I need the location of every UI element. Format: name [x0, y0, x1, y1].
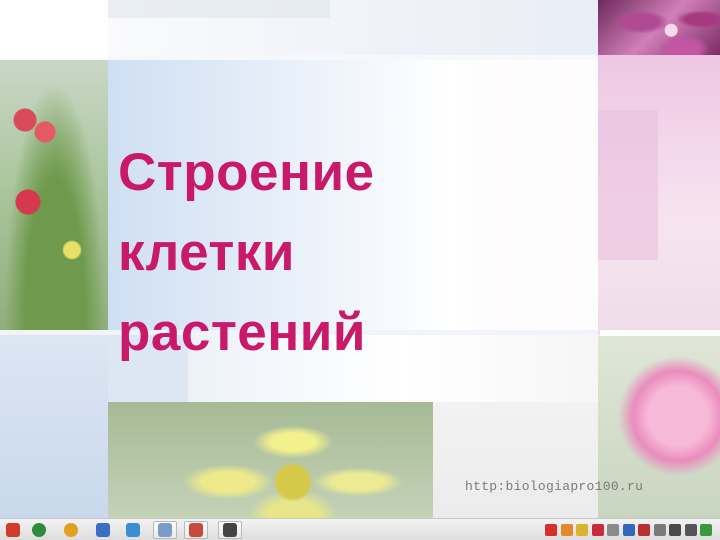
watermark-tile	[433, 402, 598, 518]
divider-band	[600, 330, 720, 336]
search-icon[interactable]	[126, 523, 140, 537]
tray-gray-icon[interactable]	[607, 524, 619, 536]
taskbar	[0, 518, 720, 540]
tray-blue-icon[interactable]	[623, 524, 635, 536]
presentation-window-icon	[158, 523, 172, 537]
tray-orange-icon[interactable]	[561, 524, 573, 536]
app-window-icon	[189, 523, 203, 537]
media-window-icon	[223, 523, 237, 537]
slide: Строение клетки растений http:biologiapr…	[0, 0, 720, 518]
tray-volume-icon[interactable]	[685, 524, 697, 536]
slide-title: Строение клетки растений	[118, 133, 375, 373]
red-berries-photo	[0, 60, 108, 330]
blue-tile	[0, 335, 108, 518]
tray-green-icon[interactable]	[700, 524, 712, 536]
slide-title-line-1: Строение	[118, 143, 375, 202]
chrome-icon[interactable]	[64, 523, 78, 537]
tray-red3-icon[interactable]	[638, 524, 650, 536]
document-icon[interactable]	[96, 523, 110, 537]
tray-red2-icon[interactable]	[592, 524, 604, 536]
slide-title-line-3: растений	[118, 303, 366, 362]
taskbar-window-button[interactable]	[153, 521, 177, 539]
title-panel-highlight	[430, 60, 600, 330]
slide-title-line-2: клетки	[118, 223, 295, 282]
start-icon[interactable]	[6, 523, 20, 537]
clematis-flower-photo	[598, 0, 720, 55]
site-watermark: http:biologiapro100.ru	[465, 479, 644, 494]
browser-icon[interactable]	[32, 523, 46, 537]
tray-gray2-icon[interactable]	[654, 524, 666, 536]
tray-network-icon[interactable]	[669, 524, 681, 536]
taskbar-window-button[interactable]	[184, 521, 208, 539]
tray-yellow-icon[interactable]	[576, 524, 588, 536]
yellow-daisy-photo	[108, 402, 433, 518]
tray-red-icon[interactable]	[545, 524, 557, 536]
pink-tile-accent	[598, 110, 658, 260]
taskbar-window-button[interactable]	[218, 521, 242, 539]
left-white-block	[0, 0, 108, 60]
